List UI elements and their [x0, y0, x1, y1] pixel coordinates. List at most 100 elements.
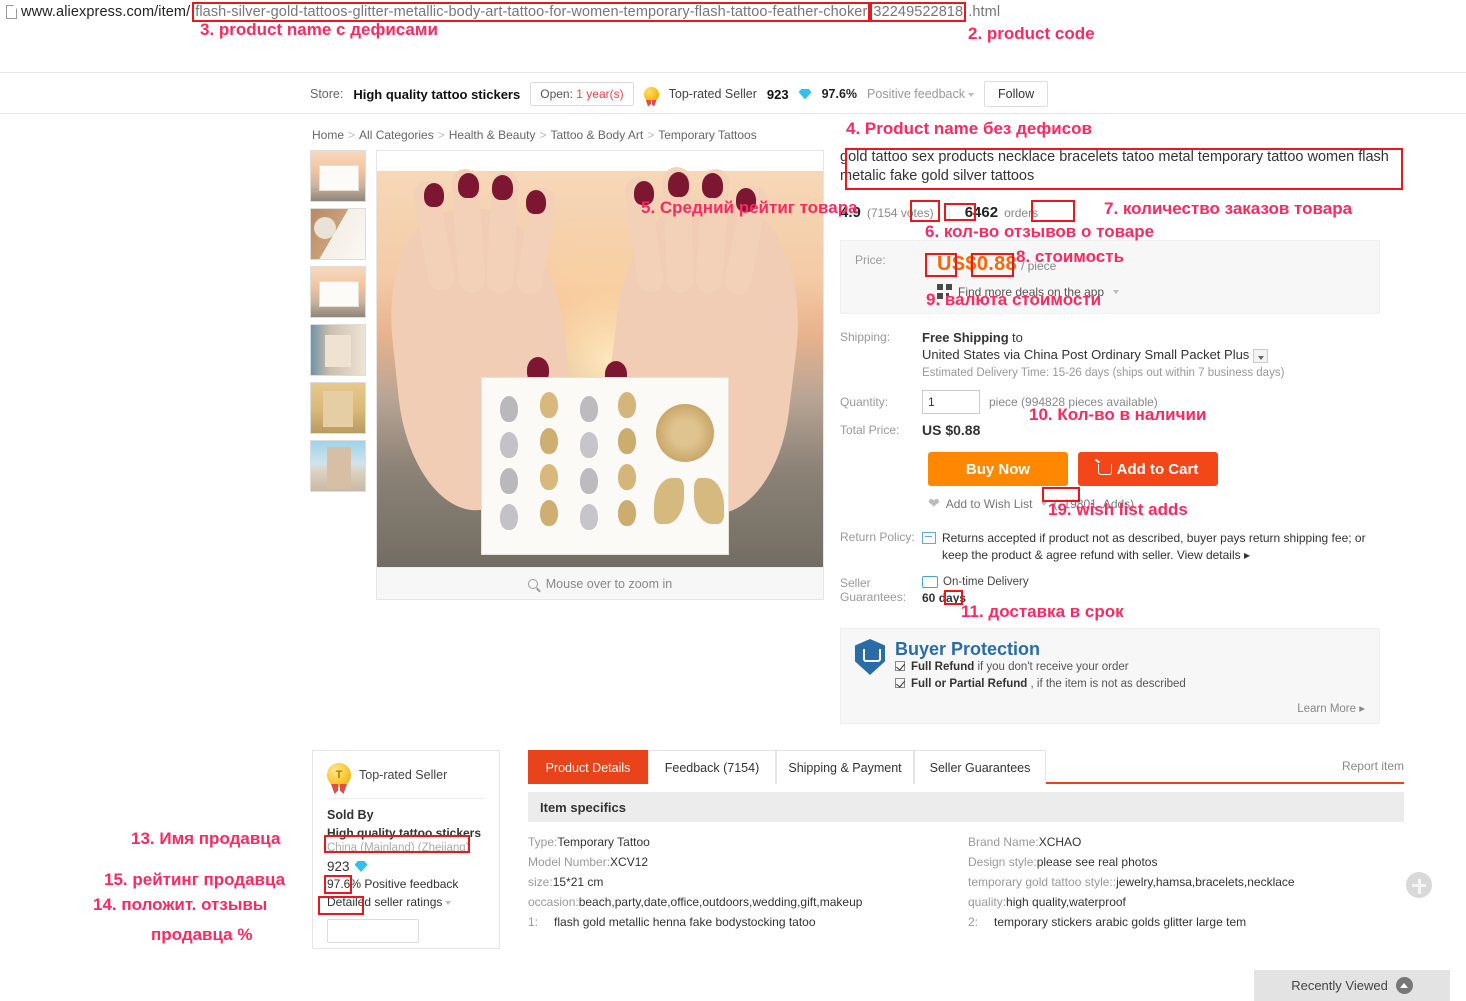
top-rated-seller-row: T Top-rated Seller — [327, 763, 485, 799]
positive-feedback-label[interactable]: Positive feedback — [867, 87, 975, 101]
tab-shipping-payment[interactable]: Shipping & Payment — [776, 750, 914, 784]
spec-value: beach,party,date,office,outdoors,wedding… — [578, 895, 863, 909]
seller-feedback-row: 97.6% Positive feedback — [327, 877, 485, 891]
breadcrumb-item-health-beauty[interactable]: Health & Beauty — [449, 128, 536, 142]
breadcrumb-sep: > — [539, 128, 547, 142]
breadcrumb-item-temporary-tattoos[interactable]: Temporary Tattoos — [658, 128, 757, 142]
report-item-link[interactable]: Report item — [1342, 759, 1404, 773]
tab-feedback[interactable]: Feedback (7154) — [648, 750, 776, 784]
url-product-slug: flash-silver-gold-tattoos-glitter-metall… — [192, 2, 871, 22]
seller-name[interactable]: High quality tattoo stickers — [327, 826, 485, 840]
orders-label[interactable]: orders — [1004, 206, 1038, 220]
top-rated-seller-label: Top-rated Seller — [668, 87, 757, 101]
annotation-5-average-rating: 5. Средний рейтиг товара — [641, 198, 858, 217]
medal-icon — [643, 86, 659, 102]
detailed-seller-ratings-link[interactable]: Detailed seller ratings — [327, 895, 485, 909]
annotation-14-seller-positive-2: продавца % — [151, 925, 253, 944]
buy-now-button[interactable]: Buy Now — [928, 452, 1068, 486]
tab-seller-guarantees[interactable]: Seller Guarantees — [914, 750, 1046, 784]
chevron-up-icon[interactable] — [1395, 977, 1413, 994]
spec-key: Design style: — [968, 855, 1037, 869]
check-icon — [895, 678, 905, 688]
follow-button[interactable]: Follow — [984, 81, 1049, 107]
breadcrumb-item-all-categories[interactable]: All Categories — [359, 128, 434, 142]
shipping-select-dropdown[interactable] — [1252, 348, 1268, 363]
seller-guarantees-label-line2: Guarantees: — [840, 590, 907, 604]
buyer-protection-learn-more[interactable]: Learn More ▸ — [1297, 701, 1365, 715]
spec-key: Model Number: — [528, 855, 611, 869]
seller-guarantees-row: Seller Guarantees: On-time Delivery 60 d… — [840, 576, 1380, 605]
gallery-thumbnails — [310, 150, 368, 498]
spec-num-value: flash gold metallic henna fake bodystock… — [554, 915, 816, 929]
tattoo-sheet-sample — [481, 377, 729, 555]
url-prefix: www.aliexpress.com/item/ — [21, 4, 191, 20]
store-label: Store: — [310, 87, 344, 101]
open-prefix: Open: — [540, 87, 573, 101]
bp-item2-rest: , if the item is not as described — [1030, 678, 1186, 690]
scroll-plus-button[interactable] — [1406, 872, 1432, 898]
spec-key: quality: — [968, 895, 1007, 909]
spec-item: Brand Name:XCHAO — [968, 832, 1404, 852]
visit-store-button[interactable] — [327, 919, 419, 943]
price-amount: 0.88 — [976, 253, 1017, 275]
tab-product-details[interactable]: Product Details — [528, 750, 648, 784]
breadcrumb-sep: > — [437, 128, 445, 142]
return-box-icon — [922, 532, 936, 544]
magnifier-icon — [527, 578, 538, 589]
store-name-link[interactable]: High quality tattoo stickers — [353, 87, 520, 102]
spec-key: occasion: — [528, 895, 579, 909]
annotation-13-seller-name: 13. Имя продавца — [131, 829, 281, 848]
open-value: 1 year(s) — [576, 87, 624, 101]
recently-viewed-widget[interactable]: Recently Viewed — [1254, 970, 1450, 1001]
seller-location: China (Mainland) (Zhejiang) — [327, 842, 470, 854]
spec-key: Brand Name: — [968, 835, 1039, 849]
divider: | — [947, 205, 951, 220]
bp-item1-bold: Full Refund — [911, 661, 975, 673]
spec-key: size: — [528, 875, 553, 889]
breadcrumb-item-home[interactable]: Home — [312, 128, 344, 142]
gallery-thumb[interactable] — [310, 208, 366, 260]
gallery-thumb[interactable] — [310, 440, 366, 492]
shipping-route: United States via China Post Ordinary Sm… — [922, 345, 1284, 364]
seller-guarantees-label-line1: Seller — [840, 576, 871, 590]
chevron-down-icon — [1113, 289, 1120, 294]
action-buttons: Buy Now Add to Cart — [928, 452, 1218, 486]
return-policy-view-details[interactable]: View details ▸ — [1177, 548, 1250, 562]
page-title: gold tattoo sex products necklace bracel… — [840, 149, 1389, 184]
annotation-2-product-code: 2. product code — [968, 24, 1095, 43]
positive-feedback-text: Positive feedback — [867, 87, 966, 101]
add-to-cart-button[interactable]: Add to Cart — [1078, 452, 1218, 486]
cart-icon — [1097, 463, 1112, 475]
top-rated-badge-icon: T — [327, 763, 351, 787]
add-to-wish-list-link[interactable]: Add to Wish List — [946, 497, 1033, 511]
product-votes-count[interactable]: (7154 votes) — [867, 206, 934, 220]
spec-value: jewelry,hamsa,bracelets,necklace — [1116, 875, 1295, 889]
gallery-thumb[interactable] — [310, 382, 366, 434]
shipping-eta: Estimated Delivery Time: 15-26 days (shi… — [922, 367, 1285, 379]
buyer-protection-item-2: Full or Partial Refund , if the item is … — [895, 676, 1186, 693]
spec-key: Type: — [528, 835, 558, 849]
item-specifics-heading: Item specifics — [528, 792, 1404, 822]
add-to-cart-label: Add to Cart — [1116, 460, 1199, 478]
total-price-row: Total Price: US $0.88 — [840, 422, 980, 438]
shipping-label: Shipping: — [840, 330, 891, 344]
shipping-to-word: to — [1012, 330, 1023, 345]
quantity-input[interactable] — [922, 390, 980, 414]
spec-numbered-item: 1: flash gold metallic henna fake bodysto… — [528, 912, 978, 932]
bp-item2-bold: Full or Partial Refund — [911, 678, 1028, 690]
breadcrumb-item-tattoo-body-art[interactable]: Tattoo & Body Art — [550, 128, 643, 142]
buyer-protection-item-1: Full Refund if you don't receive your or… — [895, 659, 1186, 676]
detailed-seller-ratings-text: Detailed seller ratings — [327, 895, 443, 909]
annotation-6-reviews-count: 6. кол-во отзывов о товаре — [925, 222, 1155, 241]
seller-score-value: 923 — [766, 86, 789, 102]
gallery-thumb[interactable] — [310, 266, 366, 318]
bp-item1-rest: if you don't receive your order — [977, 661, 1129, 673]
spec-item: size:15*21 cm — [528, 872, 978, 892]
annotation-11-on-time-delivery: 11. доставка в срок — [961, 602, 1124, 621]
gallery-thumb[interactable] — [310, 150, 366, 202]
top-rated-seller-text: Top-rated Seller — [359, 768, 448, 782]
item-specifics-left-column: Type:Temporary Tattoo Model Number:XCV12… — [528, 832, 978, 932]
chevron-down-icon[interactable] — [1041, 501, 1048, 506]
gallery-thumb[interactable] — [310, 324, 366, 376]
heart-icon: ❤ — [928, 495, 940, 511]
